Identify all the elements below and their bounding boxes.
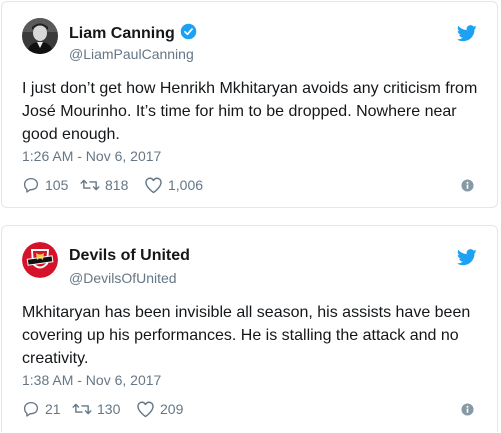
tweet-timestamp[interactable]: 1:26 AM - Nov 6, 2017 <box>22 148 161 164</box>
retweet-button[interactable]: 818 <box>80 176 144 194</box>
reply-button[interactable]: 21 <box>22 400 72 418</box>
tweet-card[interactable]: Liam Canning @LiamPaulCanning I just don… <box>1 1 498 208</box>
reply-button[interactable]: 105 <box>22 176 80 194</box>
retweet-button[interactable]: 130 <box>72 400 136 418</box>
tweet-text: Mkhitaryan has been invisible all season… <box>22 304 471 367</box>
heart-icon <box>145 177 162 194</box>
retweet-count: 130 <box>97 401 121 417</box>
heart-icon <box>137 401 154 418</box>
tweet-actions: 21 130 209 <box>22 399 183 419</box>
author-handle[interactable]: @DevilsOfUnited <box>69 270 177 286</box>
reply-count: 105 <box>45 177 69 193</box>
retweet-count: 818 <box>105 177 129 193</box>
author-handle[interactable]: @LiamPaulCanning <box>69 46 194 62</box>
like-count: 209 <box>160 401 184 417</box>
avatar[interactable] <box>22 18 58 54</box>
retweet-icon <box>72 403 92 415</box>
info-icon[interactable] <box>461 179 474 197</box>
twitter-bird-icon[interactable] <box>456 249 477 271</box>
author-name[interactable]: Devils of United <box>69 247 190 265</box>
verified-badge-icon <box>180 23 197 45</box>
tweet-text: I just don’t get how Henrikh Mkhitaryan … <box>22 80 478 143</box>
tweet-actions: 105 818 1,006 <box>22 175 203 195</box>
twitter-bird-icon[interactable] <box>456 25 477 47</box>
like-count: 1,006 <box>168 177 204 193</box>
like-button[interactable]: 1,006 <box>144 176 203 194</box>
info-icon[interactable] <box>461 403 474 421</box>
reply-icon <box>23 401 39 417</box>
retweet-icon <box>80 179 100 191</box>
author-name[interactable]: Liam Canning <box>69 23 197 45</box>
reply-count: 21 <box>45 401 61 417</box>
reply-icon <box>23 177 39 193</box>
tweet-card[interactable]: Devils of United @DevilsOfUnited Mkhitar… <box>1 225 498 432</box>
tweet-timestamp[interactable]: 1:38 AM - Nov 6, 2017 <box>22 372 161 388</box>
avatar[interactable] <box>22 242 58 278</box>
like-button[interactable]: 209 <box>136 400 183 418</box>
